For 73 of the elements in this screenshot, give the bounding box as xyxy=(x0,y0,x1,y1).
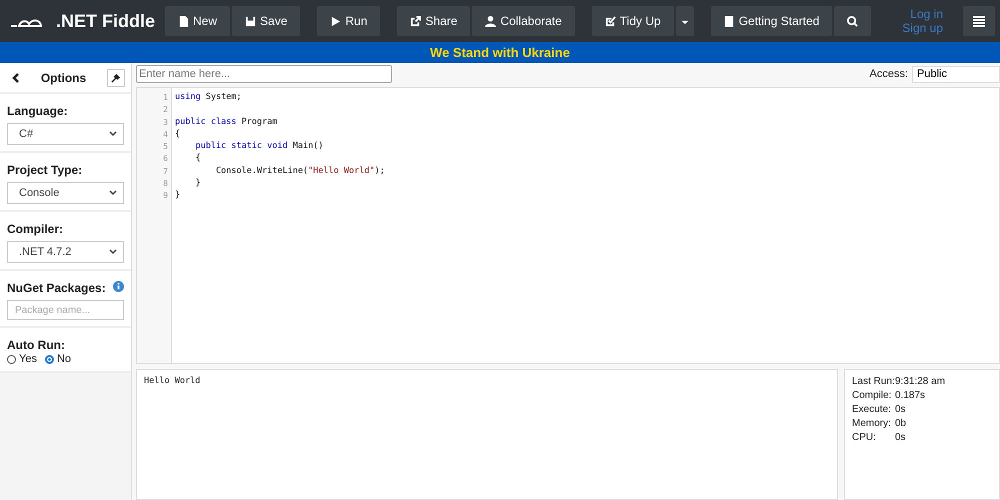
package-field[interactable]: Package name... xyxy=(7,300,124,320)
toolbar-button[interactable]: Collaborate xyxy=(472,6,575,36)
pin-icon xyxy=(111,74,120,82)
stat-label: Last Run: xyxy=(852,376,895,387)
line-number: 6 xyxy=(162,153,169,166)
select-field[interactable]: .NET 4.7.2 xyxy=(7,241,124,263)
code-line: { xyxy=(175,128,180,139)
search-icon xyxy=(847,16,858,26)
code-line: using System; xyxy=(175,92,242,102)
search-button[interactable] xyxy=(834,6,872,36)
code-line: { xyxy=(194,153,201,164)
field-label: Project Type: xyxy=(7,162,84,177)
radio-button[interactable] xyxy=(44,354,54,364)
line-number: 5 xyxy=(162,141,169,154)
sidebar-title: Options xyxy=(40,71,86,85)
field-label: Compiler: xyxy=(7,221,64,236)
code-line: public class Program xyxy=(175,116,278,127)
line-number: 1 xyxy=(162,92,169,104)
floppy-icon xyxy=(245,16,256,26)
name-field[interactable]: Enter name here... xyxy=(136,65,392,83)
menu-icon xyxy=(973,16,985,26)
access-field[interactable]: Public xyxy=(912,66,1000,82)
radio-button[interactable] xyxy=(7,354,16,364)
stat-label: Execute: xyxy=(852,404,892,415)
banner-text: We Stand with Ukraine xyxy=(430,45,570,60)
field-label: Language: xyxy=(7,103,69,118)
play-icon xyxy=(330,16,342,26)
code-line: public static void Main() xyxy=(194,141,324,152)
toolbar-button[interactable]: Save xyxy=(232,6,300,36)
output-text: Hello World xyxy=(144,376,200,386)
stat-value: 9:31:28 am xyxy=(895,376,946,387)
stat-value: 0s xyxy=(895,432,906,443)
toolbar-button[interactable]: Getting Started xyxy=(710,6,832,36)
stat-label: Memory: xyxy=(852,418,892,429)
pin-button[interactable] xyxy=(106,69,125,87)
toolbar-button[interactable]: New xyxy=(165,6,230,36)
book-icon xyxy=(724,16,735,26)
line-number: 4 xyxy=(162,128,169,141)
field-label: Auto Run: xyxy=(7,337,66,352)
stat-label: CPU: xyxy=(852,432,877,443)
chevron-icon xyxy=(109,131,117,137)
radio-label: Yes xyxy=(19,353,37,365)
stat-value: 0b xyxy=(895,418,906,429)
toolbar-button[interactable]: Tidy Up xyxy=(592,6,674,36)
share-icon xyxy=(410,16,422,26)
code-line: } xyxy=(194,178,201,188)
stat-value: 0s xyxy=(895,404,906,415)
field-label: NuGet Packages: xyxy=(7,280,106,295)
chevron-icon xyxy=(109,249,117,255)
stat-value: 0.187s xyxy=(895,390,926,401)
chevron-icon xyxy=(109,190,117,196)
file-icon xyxy=(178,16,189,26)
line-number: 7 xyxy=(162,166,169,178)
line-number: 3 xyxy=(162,116,169,129)
menu-button[interactable] xyxy=(963,6,995,36)
code-line: } xyxy=(175,190,180,200)
line-number: 8 xyxy=(162,178,169,190)
info-icon[interactable] xyxy=(113,280,124,292)
select-field[interactable]: C# xyxy=(7,123,124,145)
toolbar-button[interactable]: Share xyxy=(397,6,470,36)
user-icon xyxy=(485,16,496,26)
line-number: 2 xyxy=(162,104,169,116)
logo-text: .NET Fiddle xyxy=(56,10,155,32)
line-number: 9 xyxy=(162,190,169,202)
toolbar-button[interactable]: Run xyxy=(317,6,380,36)
dropdown-button[interactable] xyxy=(676,6,694,36)
select-field[interactable]: Console xyxy=(7,182,124,204)
check-icon xyxy=(604,16,616,26)
collapse-icon[interactable] xyxy=(12,73,20,83)
access-label: Access: xyxy=(869,68,908,80)
stat-label: Compile: xyxy=(852,390,892,401)
code-line: Console.WriteLine("Hello World"); xyxy=(214,166,385,176)
radio-label: No xyxy=(56,353,72,365)
